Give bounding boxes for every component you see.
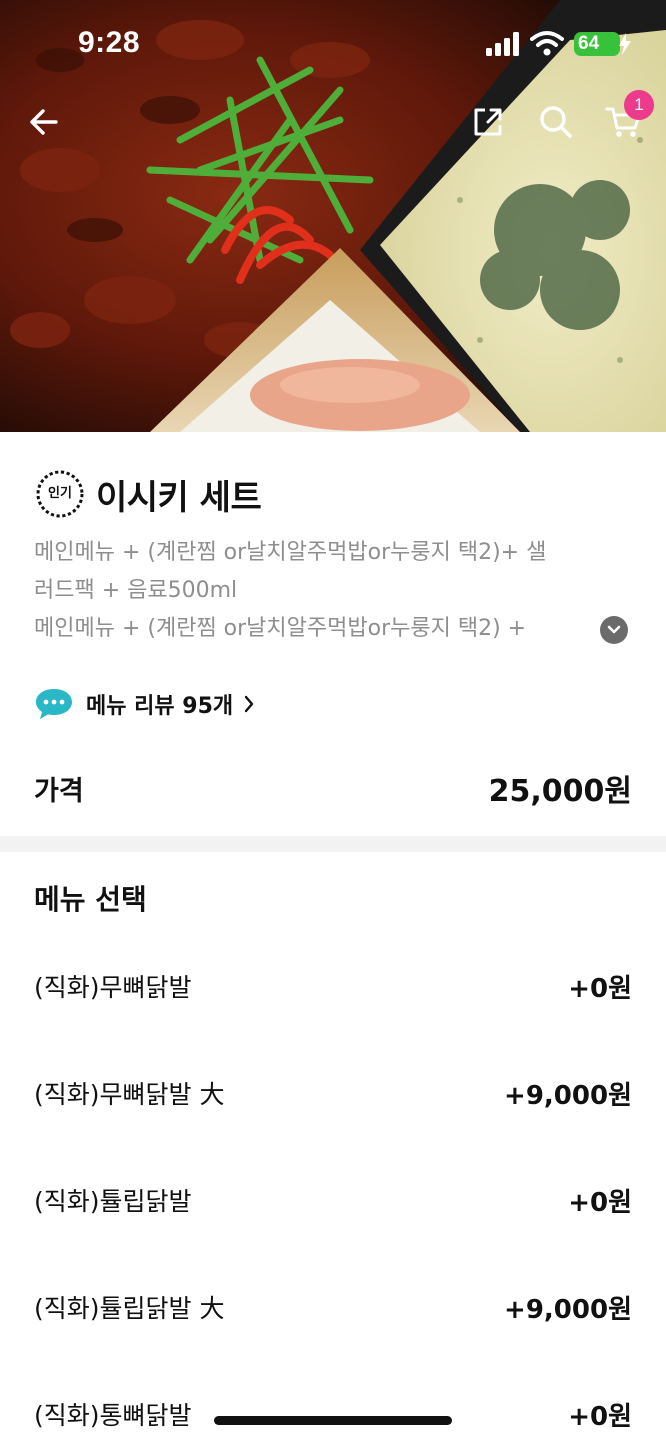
menu-option[interactable]: (직화)튤립닭발 +0원 (34, 1170, 632, 1230)
title-row: 인기 이시키 세트 (34, 468, 262, 520)
menu-option-name: (직화)통뼈닭발 (34, 1401, 192, 1430)
share-icon (474, 108, 502, 136)
search-button[interactable] (532, 98, 580, 146)
menu-option-name: (직화)튤립닭발 (34, 1187, 192, 1216)
battery-level: 64 (578, 33, 600, 54)
menu-option[interactable]: (직화)무뼈닭발 +0원 (34, 956, 632, 1016)
description-line-2: 러드팩 + 음료500ml (34, 578, 238, 603)
cart-count-badge: 1 (624, 90, 654, 120)
chevron-down-icon (607, 625, 621, 634)
menu-option-price: +0원 (568, 1401, 632, 1432)
hero-image: 9:28 64 1 (0, 0, 666, 432)
popular-badge-label: 인기 (48, 486, 72, 501)
product-description[interactable]: 메인메뉴 + (계란찜 or날치알주먹밥or누룽지 택2)+ 샐 러드팩 + 음… (34, 534, 624, 648)
menu-option-name: (직화)무뼈닭발 (34, 973, 192, 1002)
top-navigation (0, 96, 666, 152)
search-icon (540, 106, 572, 138)
menu-option-price: +0원 (568, 1187, 632, 1218)
status-bar: 9:28 64 (0, 0, 666, 92)
home-indicator[interactable] (214, 1416, 452, 1425)
menu-option[interactable]: (직화)튤립닭발 大 +9,000원 (34, 1277, 632, 1337)
menu-option-name: (직화)튤립닭발 大 (34, 1294, 225, 1323)
price-row: 가격 25,000원 (34, 766, 632, 810)
price-value: 25,000원 (488, 774, 632, 809)
menu-option-price: +9,000원 (504, 1080, 632, 1111)
review-count-label: 메뉴 리뷰 95개 (86, 694, 234, 719)
menu-option-price: +0원 (568, 973, 632, 1004)
chat-bubble-icon (36, 689, 72, 719)
menu-option-name: (직화)무뼈닭발 大 (34, 1080, 225, 1109)
menu-option-price: +9,000원 (504, 1294, 632, 1325)
product-info: 인기 이시키 세트 메인메뉴 + (계란찜 or날치알주먹밥or누룽지 택2)+… (0, 432, 666, 836)
menu-option[interactable]: (직화)무뼈닭발 大 +9,000원 (34, 1063, 632, 1123)
battery-indicator: 64 (574, 32, 631, 56)
description-line-3: 메인메뉴 + (계란찜 or날치알주먹밥or누룽지 택2) + (34, 616, 527, 641)
cellular-signal-icon (486, 32, 519, 56)
menu-select-title: 메뉴 선택 (34, 883, 147, 916)
description-line-1: 메인메뉴 + (계란찜 or날치알주먹밥or누룽지 택2)+ 샐 (34, 540, 547, 565)
chevron-right-icon (244, 695, 254, 713)
wifi-icon (530, 31, 564, 56)
menu-select-section: 메뉴 선택 (직화)무뼈닭발 +0원 (직화)무뼈닭발 大 +9,000원 (직… (0, 852, 666, 1440)
expand-description-button[interactable] (600, 616, 628, 644)
back-arrow-icon (30, 109, 58, 135)
share-button[interactable] (464, 98, 512, 146)
popular-badge: 인기 (34, 468, 86, 520)
product-title: 이시키 세트 (96, 477, 262, 518)
menu-review-link[interactable]: 메뉴 리뷰 95개 (34, 684, 255, 724)
status-time: 9:28 (78, 26, 141, 59)
price-label: 가격 (34, 775, 84, 807)
charging-bolt-icon (619, 33, 631, 55)
back-button[interactable] (20, 98, 68, 146)
section-divider (0, 836, 666, 852)
menu-option[interactable]: (직화)통뼈닭발 +0원 (34, 1384, 632, 1440)
